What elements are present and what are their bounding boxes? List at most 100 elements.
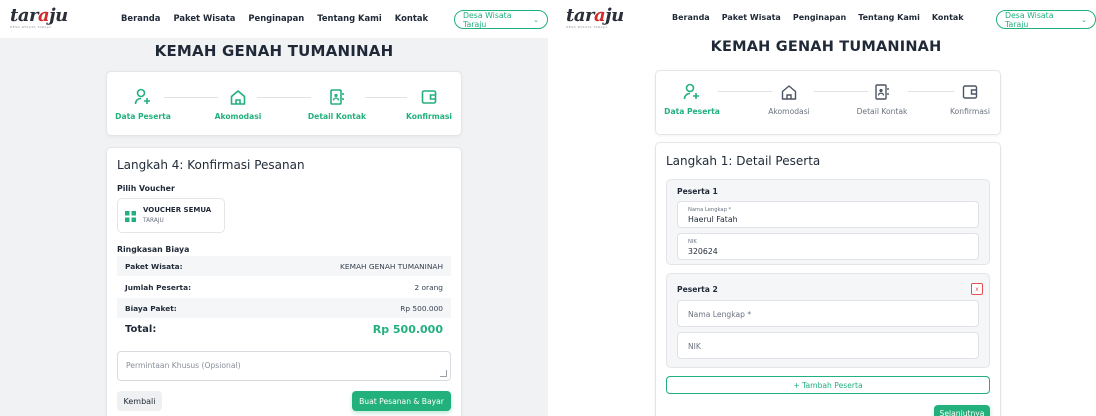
nav-item-kontak[interactable]: Kontak	[932, 13, 964, 22]
field-value: Haerul Fatah	[688, 215, 738, 224]
progress-stepper: Data Peserta Akomodasi Detail Kontak Kon…	[106, 71, 462, 136]
page-title: KEMAH GENAH TUMANINAH	[710, 39, 942, 55]
participant-2-block: Peserta 2 x Nama Lengkap * NIK	[666, 273, 990, 368]
summary-row: Jumlah Peserta: 2 orang	[117, 277, 451, 297]
step-label: Konfirmasi	[950, 107, 990, 116]
step-detail-kontak[interactable]: Detail Kontak	[842, 83, 922, 116]
screen-divider	[548, 0, 556, 416]
participant-1-nik-field[interactable]: NIK 320624	[677, 233, 979, 260]
step-heading: Langkah 4: Konfirmasi Pesanan	[117, 158, 305, 172]
step-konfirmasi[interactable]: Konfirmasi	[389, 88, 469, 121]
dropdown-label: Desa Wisata Taraju	[1005, 10, 1054, 29]
step-detail-kontak[interactable]: Detail Kontak	[297, 88, 377, 121]
dropdown-label: Desa Wisata Taraju	[463, 10, 512, 29]
step-data-peserta[interactable]: Data Peserta	[652, 83, 732, 116]
nav-item-penginapan[interactable]: Penginapan	[793, 13, 846, 22]
navbar: taraju DESA WISATA TARAJU Beranda Paket …	[556, 0, 1096, 38]
logo-tagline: DESA WISATA TARAJU	[566, 25, 608, 29]
participant-2-name-field[interactable]: Nama Lengkap *	[677, 300, 979, 327]
next-button[interactable]: Selanjutnya	[934, 405, 990, 416]
participant-1-name-field[interactable]: Nama Lengkap * Haerul Fatah	[677, 201, 979, 228]
nav-links: Beranda Paket Wisata Penginapan Tentang …	[121, 13, 428, 23]
step-label: Akomodasi	[214, 112, 262, 121]
summary-label: Ringkasan Biaya	[117, 245, 190, 254]
summary-key: Jumlah Peserta:	[125, 282, 192, 292]
special-request-textarea[interactable]: Permintaan Khusus (Opsional)	[117, 351, 451, 381]
field-label: Nama Lengkap *	[688, 207, 732, 213]
resize-handle-icon[interactable]	[440, 370, 447, 377]
nav-item-paket-wisata[interactable]: Paket Wisata	[173, 13, 235, 23]
participant-title: Peserta 2	[677, 285, 718, 294]
logo-part: ju	[49, 5, 68, 26]
village-dropdown[interactable]: Desa Wisata Taraju ⌄	[454, 10, 548, 29]
page-title: KEMAH GENAH TUMANINAH	[154, 42, 394, 60]
navbar: taraju DESA WISATA TARAJU Beranda Paket …	[0, 0, 548, 38]
voucher-label: Pilih Voucher	[117, 184, 175, 193]
logo-accent: a	[37, 5, 50, 26]
voucher-option[interactable]: VOUCHER SEMUA TARAJU	[117, 198, 225, 233]
back-button[interactable]: Kembali	[117, 391, 162, 411]
step-label: Detail Kontak	[856, 107, 908, 116]
brand-logo[interactable]: taraju	[10, 5, 68, 26]
nav-item-penginapan[interactable]: Penginapan	[248, 13, 304, 23]
step-label: Data Peserta	[115, 112, 171, 121]
logo-part: tar	[566, 5, 594, 26]
logo-accent: a	[593, 5, 606, 26]
nav-item-kontak[interactable]: Kontak	[395, 13, 428, 23]
home-icon	[781, 85, 797, 100]
summary-value: Rp 500.000	[400, 303, 443, 313]
nav-item-beranda[interactable]: Beranda	[121, 13, 160, 23]
nav-links: Beranda Paket Wisata Penginapan Tentang …	[672, 13, 964, 22]
chevron-down-icon: ⌄	[1081, 15, 1087, 24]
summary-key: Biaya Paket:	[125, 303, 177, 313]
logo-part: tar	[10, 5, 38, 26]
step-data-peserta[interactable]: Data Peserta	[103, 88, 183, 121]
field-label: NIK	[688, 239, 697, 245]
voucher-icon	[125, 211, 136, 222]
right-screen: taraju DESA WISATA TARAJU Beranda Paket …	[556, 0, 1096, 416]
step-heading: Langkah 1: Detail Peserta	[666, 154, 821, 168]
chevron-down-icon: ⌄	[533, 15, 539, 24]
total-value: Rp 500.000	[372, 322, 443, 336]
summary-key: Paket Wisata:	[125, 261, 183, 271]
step-label: Data Peserta	[664, 107, 720, 116]
participant-card: Langkah 1: Detail Peserta Peserta 1 Nama…	[655, 142, 1001, 416]
summary-value: 2 orang	[414, 282, 443, 292]
nav-item-tentang-kami[interactable]: Tentang Kami	[858, 13, 920, 22]
total-label: Total:	[125, 323, 157, 335]
textarea-placeholder: Permintaan Khusus (Opsional)	[126, 361, 241, 370]
step-akomodasi[interactable]: Akomodasi	[198, 88, 278, 121]
participant-title: Peserta 1	[677, 187, 718, 196]
add-participant-button[interactable]: + Tambah Peserta	[666, 376, 990, 394]
voucher-subtitle: TARAJU	[143, 218, 164, 224]
step-konfirmasi[interactable]: Konfirmasi	[930, 83, 1010, 116]
summary-row: Biaya Paket: Rp 500.000	[117, 298, 451, 318]
logo-part: ju	[605, 5, 624, 26]
remove-participant-button[interactable]: x	[971, 283, 983, 295]
home-icon	[230, 90, 246, 105]
field-value: 320624	[688, 247, 718, 256]
village-dropdown[interactable]: Desa Wisata Taraju ⌄	[996, 10, 1096, 29]
place-order-pay-button[interactable]: Buat Pesanan & Bayar	[352, 391, 451, 411]
user-plus-icon	[134, 88, 150, 105]
contact-book-icon	[330, 89, 344, 105]
brand-logo[interactable]: taraju	[566, 5, 624, 26]
step-akomodasi[interactable]: Akomodasi	[749, 83, 829, 116]
progress-stepper: Data Peserta Akomodasi Detail Kontak Kon…	[655, 70, 1001, 135]
step-label: Konfirmasi	[406, 112, 452, 121]
field-placeholder: NIK	[688, 342, 701, 351]
left-screen: taraju DESA WISATA TARAJU Beranda Paket …	[0, 0, 548, 416]
nav-item-tentang-kami[interactable]: Tentang Kami	[317, 13, 382, 23]
field-placeholder: Nama Lengkap *	[688, 310, 752, 319]
participant-2-nik-field[interactable]: NIK	[677, 332, 979, 359]
nav-item-paket-wisata[interactable]: Paket Wisata	[722, 13, 781, 22]
total-row: Total: Rp 500.000	[117, 318, 451, 340]
summary-row: Paket Wisata: KEMAH GENAH TUMANINAH	[117, 256, 451, 276]
logo-tagline: DESA WISATA TARAJU	[10, 25, 52, 29]
step-label: Akomodasi	[768, 107, 810, 116]
nav-item-beranda[interactable]: Beranda	[672, 13, 710, 22]
step-label: Detail Kontak	[307, 112, 367, 121]
voucher-name: VOUCHER SEMUA	[143, 206, 212, 214]
contact-book-icon	[875, 84, 889, 100]
wallet-icon	[421, 90, 437, 104]
